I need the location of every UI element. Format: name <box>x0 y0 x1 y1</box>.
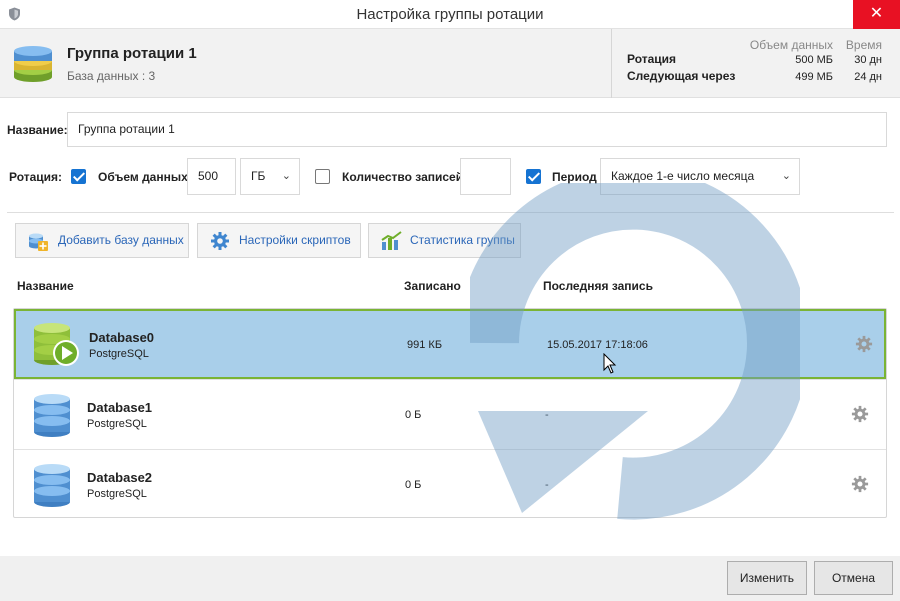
database-row[interactable]: Database0 PostgreSQL 991 КБ 15.05.2017 1… <box>14 309 886 379</box>
close-button[interactable]: ✕ <box>853 0 900 29</box>
data-volume-label: Объем данных <box>98 170 188 184</box>
records-count-label: Количество записей <box>342 170 464 184</box>
database-written: 0 Б <box>405 409 422 421</box>
cancel-button[interactable]: Отмена <box>814 561 893 595</box>
stats-rotation-data: 500 МБ <box>795 54 833 66</box>
database-name: Database2 <box>87 470 153 485</box>
database-type: PostgreSQL <box>87 488 147 500</box>
group-statistics-label: Статистика группы <box>410 233 515 247</box>
gear-icon[interactable] <box>851 405 869 423</box>
database-type: PostgreSQL <box>89 348 149 360</box>
database-name: Database1 <box>87 400 153 415</box>
records-count-checkbox[interactable] <box>315 169 330 184</box>
group-header: Группа ротации 1 База данных : 3 Объем д… <box>0 29 900 98</box>
add-database-icon <box>29 233 48 251</box>
script-settings-button[interactable]: Настройки скриптов <box>197 223 361 258</box>
mouse-cursor-icon <box>603 353 617 374</box>
data-volume-unit-value: ГБ <box>251 169 266 183</box>
stats-rotation-label: Ротация <box>627 52 677 66</box>
data-volume-input[interactable]: 500 <box>187 158 236 195</box>
title-bar: Настройка группы ротации ✕ <box>0 0 900 29</box>
database-group-icon <box>14 46 52 82</box>
database-last-record: - <box>545 409 549 421</box>
stats-col-time: Время <box>845 38 882 52</box>
database-written: 0 Б <box>405 479 422 491</box>
database-written: 991 КБ <box>407 339 443 351</box>
column-header-last-record[interactable]: Последняя запись <box>543 279 653 293</box>
stats-next-data: 499 МБ <box>795 71 833 83</box>
group-name: Группа ротации 1 <box>67 45 197 62</box>
period-select-value: Каждое 1-е число месяца <box>611 169 755 183</box>
period-checkbox[interactable] <box>526 169 541 184</box>
section-divider <box>7 212 894 213</box>
chevron-down-icon: ⌄ <box>781 170 791 182</box>
edit-button[interactable]: Изменить <box>727 561 807 595</box>
data-volume-unit-select[interactable]: ГБ ⌄ <box>240 158 300 195</box>
rotation-label: Ротация: <box>9 170 63 184</box>
database-list: Database0 PostgreSQL 991 КБ 15.05.2017 1… <box>13 308 887 518</box>
stats-rotation-time: 30 дн <box>854 54 882 66</box>
period-label: Период <box>552 170 597 184</box>
gear-icon[interactable] <box>851 475 869 493</box>
database-icon <box>34 464 70 507</box>
statistics-chart-icon <box>381 231 402 250</box>
stats-next-label: Следующая через <box>627 69 736 83</box>
database-row[interactable]: Database2 PostgreSQL 0 Б - <box>14 449 886 519</box>
window-title: Настройка группы ротации <box>356 6 544 23</box>
name-label: Название: <box>7 123 68 137</box>
stats-col-data: Объем данных <box>749 38 833 52</box>
stats-next-time: 24 дн <box>854 71 882 83</box>
column-header-written[interactable]: Записано <box>404 279 461 293</box>
data-volume-checkbox[interactable] <box>71 169 86 184</box>
database-count: База данных : 3 <box>67 69 156 83</box>
database-name: Database0 <box>89 330 155 345</box>
add-database-button[interactable]: Добавить базу данных <box>15 223 189 258</box>
database-last-record: - <box>545 479 549 491</box>
add-database-label: Добавить базу данных <box>58 233 184 247</box>
period-select[interactable]: Каждое 1-е число месяца ⌄ <box>600 158 800 195</box>
gear-icon <box>211 232 229 250</box>
records-count-input[interactable] <box>460 158 511 195</box>
group-name-input[interactable]: Группа ротации 1 <box>67 112 887 147</box>
chevron-down-icon: ⌄ <box>281 170 291 182</box>
database-last-record: 15.05.2017 17:18:06 <box>547 339 648 351</box>
header-divider <box>611 29 612 98</box>
gear-icon[interactable] <box>855 335 873 353</box>
script-settings-label: Настройки скриптов <box>239 233 351 247</box>
database-icon <box>34 394 70 437</box>
group-statistics-button[interactable]: Статистика группы <box>368 223 521 258</box>
column-header-name[interactable]: Название <box>17 279 74 293</box>
database-type: PostgreSQL <box>87 418 147 430</box>
database-active-icon <box>34 323 79 366</box>
database-row[interactable]: Database1 PostgreSQL 0 Б - <box>14 379 886 449</box>
